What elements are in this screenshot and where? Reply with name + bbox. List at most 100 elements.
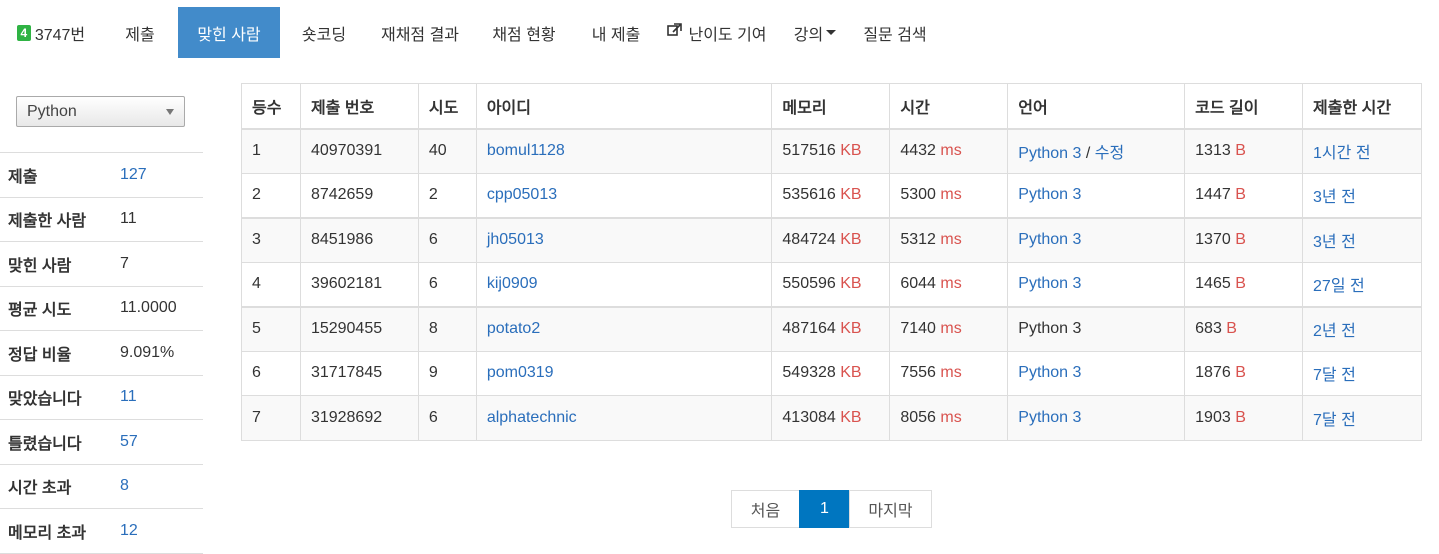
nav-solved-users[interactable]: 맞힌 사람 <box>178 7 280 58</box>
stat-row: 시간 초과 8 <box>0 463 203 509</box>
stat-row: 제출 127 <box>0 152 203 197</box>
cell-tries: 2 <box>417 172 477 218</box>
table-header-row: 등수 제출 번호 시도 아이디 메모리 시간 언어 코드 길이 제출한 시간 <box>241 83 1422 130</box>
cell-memory: 549328 KB <box>771 350 890 396</box>
submitted-at-link[interactable]: 7달 전 <box>1313 412 1356 429</box>
stat-value-link[interactable]: 127 <box>112 152 203 197</box>
submitted-at-link[interactable]: 2년 전 <box>1313 323 1356 340</box>
page-last-button[interactable]: 마지막 <box>849 490 932 528</box>
submitted-at-link[interactable]: 1시간 전 <box>1313 145 1371 162</box>
user-link[interactable]: potato2 <box>487 320 540 337</box>
submitted-at-link[interactable]: 7달 전 <box>1313 367 1356 384</box>
stat-row: 평균 시도 11.0000 <box>0 285 203 331</box>
cell-submission-id: 31717845 <box>299 350 419 396</box>
cell-submission-id: 15290455 <box>299 305 419 351</box>
caret-down-icon <box>826 30 837 35</box>
cell-time: 6044 ms <box>889 261 1008 307</box>
nav-rejudge-results[interactable]: 재채점 결과 <box>368 7 472 58</box>
memory-unit: KB <box>840 142 862 159</box>
length-unit: B <box>1226 320 1237 337</box>
dropdown-arrow-icon <box>166 108 174 115</box>
stat-label: 메모리 초과 <box>0 508 112 554</box>
cell-memory: 487164 KB <box>771 305 890 351</box>
language-link[interactable]: Python 3 <box>1018 275 1081 292</box>
page-current-button[interactable]: 1 <box>799 490 850 528</box>
cell-tries: 8 <box>417 305 477 351</box>
language-link[interactable]: Python 3 <box>1018 364 1081 381</box>
cell-code-length: 1370 B <box>1184 216 1303 262</box>
length-value: 1447 <box>1195 186 1231 203</box>
header-language[interactable]: 언어 <box>1007 83 1185 130</box>
nav-difficulty-contribution[interactable]: 난이도 기여 <box>656 7 778 58</box>
length-unit: B <box>1235 408 1246 426</box>
header-submission-id[interactable]: 제출 번호 <box>299 83 419 130</box>
header-submitted-at[interactable]: 제출한 시간 <box>1302 83 1422 130</box>
nav-problem-id[interactable]: 4 3747번 <box>0 7 102 58</box>
nav-short-coding[interactable]: 숏코딩 <box>280 7 368 58</box>
nav-my-submissions[interactable]: 내 제출 <box>576 7 656 58</box>
language-link[interactable]: Python 3 <box>1018 186 1081 203</box>
time-unit: ms <box>940 275 962 292</box>
user-link[interactable]: cpp05013 <box>487 186 557 203</box>
length-value: 1465 <box>1195 275 1231 292</box>
language-link[interactable]: Python 3 <box>1018 145 1081 162</box>
cell-tries: 6 <box>417 395 477 440</box>
user-link[interactable]: pom0319 <box>487 364 554 381</box>
cell-code-length: 1876 B <box>1184 350 1303 396</box>
stat-value-link[interactable]: 57 <box>112 419 203 464</box>
cell-language: Python 3 <box>1007 261 1185 307</box>
cell-memory: 484724 KB <box>771 216 890 262</box>
stat-label: 정답 비율 <box>0 330 112 375</box>
cell-tries: 9 <box>417 350 477 396</box>
memory-unit: KB <box>840 364 862 382</box>
header-time[interactable]: 시간 <box>889 83 1008 130</box>
length-value: 1876 <box>1195 364 1231 382</box>
length-value: 1313 <box>1195 142 1231 159</box>
cell-code-length: 1465 B <box>1184 261 1303 307</box>
cell-submitted-at: 3년 전 <box>1302 216 1422 262</box>
cell-submitted-at: 27일 전 <box>1302 261 1422 307</box>
nav-lectures-dropdown[interactable]: 강의 <box>778 7 852 58</box>
submitted-at-link[interactable]: 27일 전 <box>1313 278 1365 295</box>
submitted-at-link[interactable]: 3년 전 <box>1313 189 1356 206</box>
header-user-id[interactable]: 아이디 <box>475 83 772 130</box>
stat-label: 맞았습니다 <box>0 374 112 420</box>
table-row: 5 15290455 8 potato2 487164 KB 7140 ms P… <box>241 305 1422 351</box>
header-tries[interactable]: 시도 <box>417 83 477 130</box>
user-link[interactable]: kij0909 <box>487 275 538 292</box>
user-link[interactable]: bomul1128 <box>487 142 565 159</box>
length-value: 1903 <box>1195 408 1231 426</box>
header-memory[interactable]: 메모리 <box>771 83 890 130</box>
user-link[interactable]: jh05013 <box>487 231 544 248</box>
stat-value-link[interactable]: 8 <box>112 463 203 509</box>
nav-question-search[interactable]: 질문 검색 <box>852 7 938 58</box>
length-unit: B <box>1235 231 1246 248</box>
stats-table: 제출 127 제출한 사람 11 맞힌 사람 7 평균 시도 11.0000 정답 비율… <box>0 152 203 554</box>
language-link[interactable]: Python 3 <box>1018 409 1081 426</box>
cell-tries: 40 <box>417 128 477 173</box>
header-code-length[interactable]: 코드 길이 <box>1184 83 1303 130</box>
stat-label: 맞힌 사람 <box>0 241 112 286</box>
memory-unit: KB <box>840 186 862 203</box>
stat-row: 맞았습니다 11 <box>0 374 203 420</box>
user-link[interactable]: alphatechnic <box>487 409 577 426</box>
submitted-at-link[interactable]: 3년 전 <box>1313 234 1356 251</box>
time-value: 7556 <box>900 364 936 382</box>
stat-label: 시간 초과 <box>0 463 112 509</box>
page-first-button[interactable]: 처음 <box>731 490 800 528</box>
stat-value-link[interactable]: 12 <box>112 508 203 554</box>
cell-language: Python 3 / 수정 <box>1007 128 1185 173</box>
cell-submission-id: 31928692 <box>299 395 419 440</box>
nav-submit[interactable]: 제출 <box>102 7 178 58</box>
header-rank[interactable]: 등수 <box>241 83 301 130</box>
cell-memory: 413084 KB <box>771 395 890 440</box>
language-link[interactable]: Python 3 <box>1018 231 1081 248</box>
stat-value-link[interactable]: 11 <box>112 374 203 420</box>
cell-language: Python 3 <box>1007 395 1185 440</box>
language-select-value: Python <box>27 102 77 120</box>
nav-judge-status[interactable]: 채점 현황 <box>472 7 576 58</box>
language-select[interactable]: Python <box>16 96 185 127</box>
table-row: 1 40970391 40 bomul1128 517516 KB 4432 m… <box>241 128 1422 173</box>
time-value: 5312 <box>900 231 936 248</box>
edit-link[interactable]: 수정 <box>1095 145 1124 162</box>
